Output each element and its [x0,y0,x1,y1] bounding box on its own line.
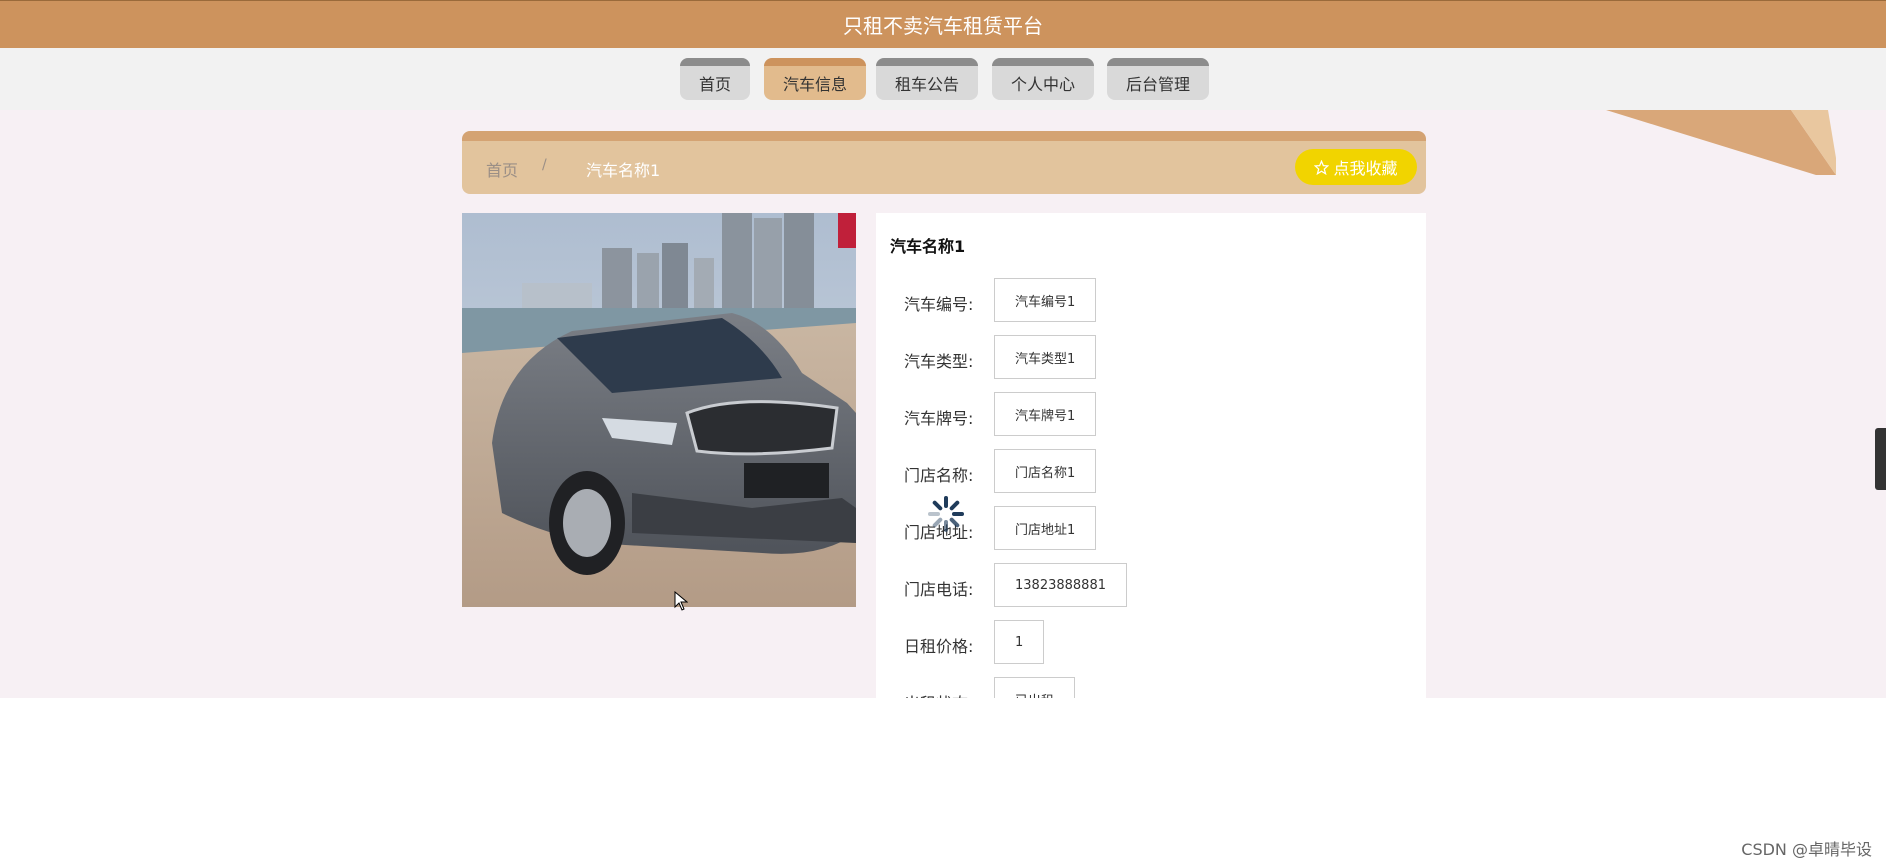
field-value: 1 [994,620,1045,664]
loading-spinner-icon [928,496,964,532]
nav-item-label: 首页 [698,75,731,94]
field-label: 门店电话: [904,580,974,599]
field-value: 汽车编号1 [994,278,1097,322]
field-label: 汽车牌号: [904,409,974,428]
field-value: 门店地址1 [994,506,1097,550]
nav-item-car-info[interactable]: 汽车信息 [764,58,866,100]
field-label: 日租价格: [904,637,974,656]
watermark: CSDN @卓晴毕设 [1741,840,1872,859]
field-value: 门店名称1 [994,449,1097,493]
nav-item-personal-center[interactable]: 个人中心 [992,58,1094,100]
side-panel-tab[interactable] [1875,428,1886,490]
star-icon [1314,159,1330,175]
content-area: 首页 / 汽车名称1 点我收藏 汽车名称1 汽车编号: 汽车编号1 汽车类型: … [0,110,1886,698]
field-value: 已出租 [994,677,1076,698]
nav-item-label: 个人中心 [1010,75,1075,94]
breadcrumb: 首页 / 汽车名称1 点我收藏 [462,131,1426,194]
site-title: 只租不卖汽车租赁平台 [843,14,1043,38]
nav-item-label: 租车公告 [894,75,959,94]
nav-item-label: 后台管理 [1125,75,1190,94]
favorite-button[interactable]: 点我收藏 [1295,149,1417,185]
field-value: 13823888881 [994,563,1127,607]
car-image [462,213,856,607]
nav-item-label: 汽车信息 [782,75,847,94]
nav-item-rental-notice[interactable]: 租车公告 [876,58,978,100]
car-detail-panel: 汽车名称1 汽车编号: 汽车编号1 汽车类型: 汽车类型1 汽车牌号: 汽车牌号… [876,213,1426,698]
corner-decoration [1606,110,1836,175]
field-label: 汽车类型: [904,352,974,371]
favorite-button-label: 点我收藏 [1333,159,1398,178]
breadcrumb-home-link[interactable]: 首页 [486,157,518,181]
main-nav: 首页 汽车信息 租车公告 个人中心 后台管理 [0,48,1886,110]
field-label: 门店名称: [904,466,974,485]
car-name-title: 汽车名称1 [890,237,966,256]
field-value: 汽车类型1 [994,335,1097,379]
nav-item-admin[interactable]: 后台管理 [1107,58,1209,100]
mouse-cursor-icon [674,591,688,611]
field-value: 汽车牌号1 [994,392,1097,436]
breadcrumb-current: 汽车名称1 [586,161,661,180]
field-label: 汽车编号: [904,295,974,314]
field-label: 出租状态: [904,690,973,698]
nav-item-home[interactable]: 首页 [680,58,750,100]
breadcrumb-separator: / [542,157,547,173]
site-header: 只租不卖汽车租赁平台 [0,0,1886,48]
